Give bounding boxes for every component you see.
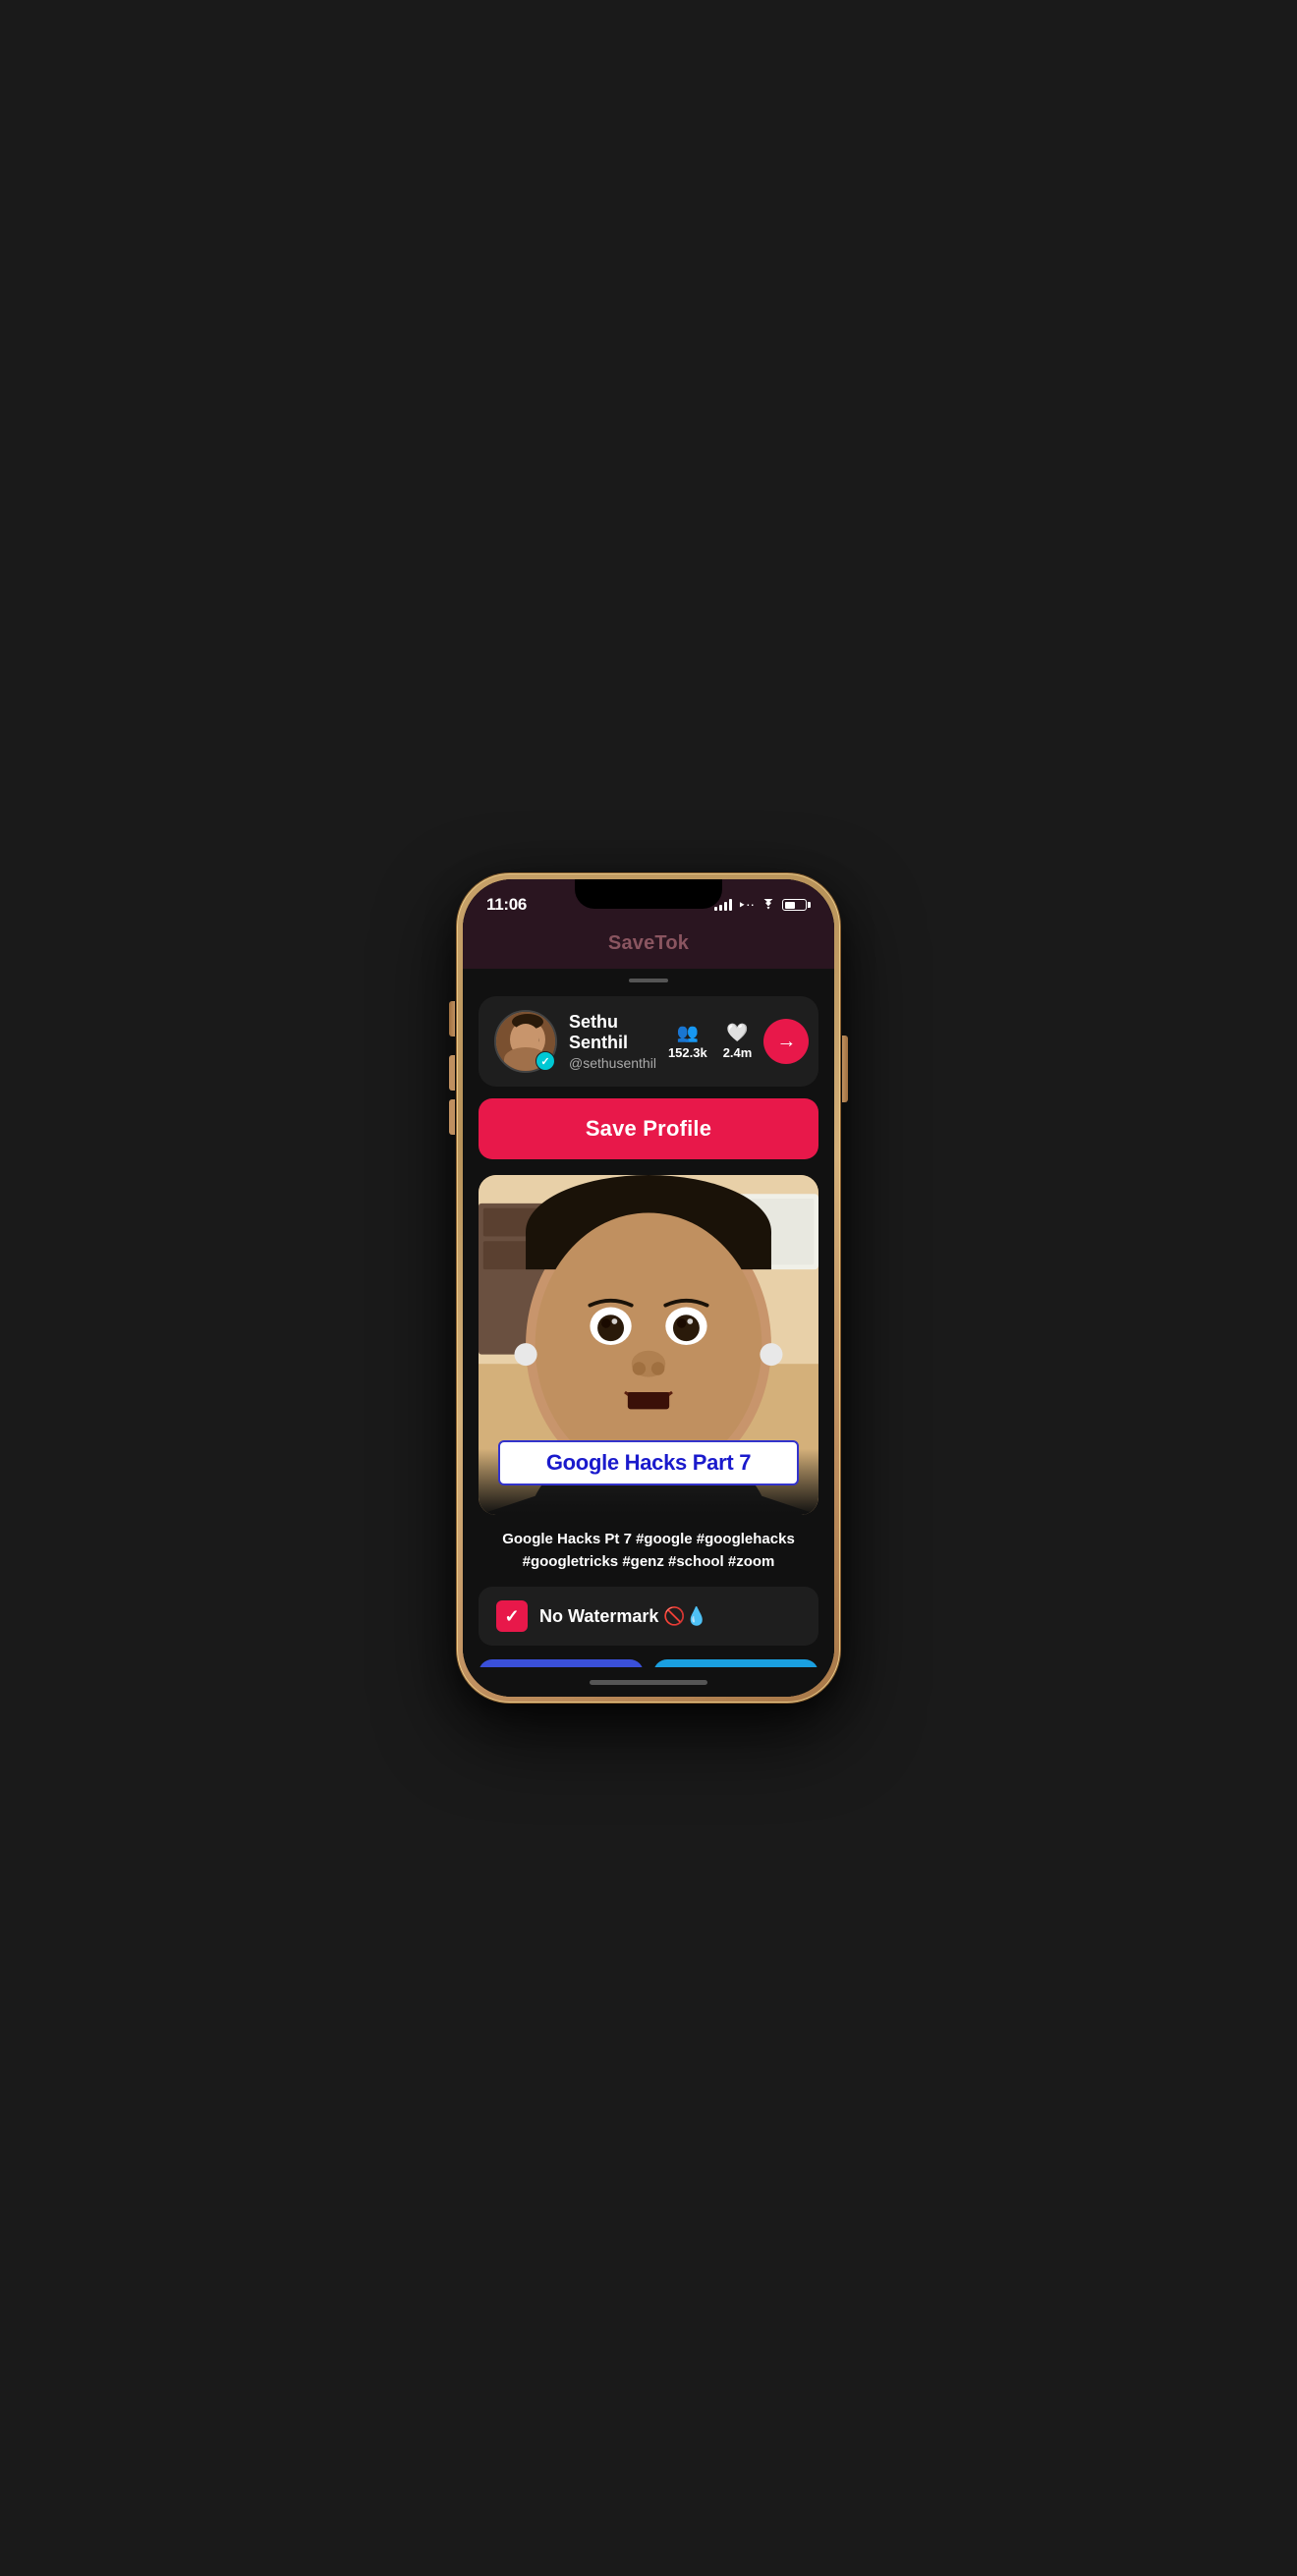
app-title: SaveTok — [608, 932, 689, 954]
avatar-wrap: ✓ — [494, 1010, 557, 1073]
screen: 11:06 ‣⋅⋅ — [463, 879, 834, 1697]
video-title: Google Hacks Part 7 — [546, 1450, 751, 1475]
home-bar — [590, 1680, 707, 1685]
watermark-label: No Watermark 🚫💧 — [539, 1606, 707, 1627]
profile-stats: 👥 152.3k 🤍 2.4m — [668, 1023, 752, 1060]
phone-frame: 11:06 ‣⋅⋅ — [457, 873, 840, 1703]
phone-screen: 11:06 ‣⋅⋅ — [463, 879, 834, 1697]
likes-stat: 🤍 2.4m — [723, 1023, 753, 1060]
play-slomo-button[interactable]: ⟳ Play inSloMo — [479, 1659, 644, 1667]
drag-handle — [629, 979, 668, 982]
profile-handle: @sethusenthil — [569, 1055, 656, 1071]
profile-info: Sethu Senthil @sethusenthil — [569, 1012, 656, 1071]
likes-count: 2.4m — [723, 1045, 753, 1060]
status-icons: ‣⋅⋅ — [714, 897, 811, 914]
watermark-toggle[interactable]: ✓ No Watermark 🚫💧 — [479, 1587, 818, 1646]
checkbox-icon: ✓ — [496, 1600, 528, 1632]
video-thumbnail: Google Hacks Part 7 — [479, 1175, 818, 1515]
followers-icon: 👥 — [677, 1023, 699, 1043]
checkmark: ✓ — [504, 1606, 519, 1627]
home-indicator — [463, 1667, 834, 1697]
action-buttons-row: ⟳ Play inSloMo 🎵 Shazam it — [479, 1659, 818, 1667]
shazam-button[interactable]: 🎵 Shazam it — [653, 1659, 818, 1667]
battery-icon — [782, 899, 811, 911]
profile-card: ✓ Sethu Senthil @sethusenthil 👥 152.3k 🤍 — [479, 996, 818, 1087]
status-time: 11:06 — [486, 895, 527, 915]
verified-badge: ✓ — [536, 1051, 555, 1071]
video-title-overlay: Google Hacks Part 7 — [498, 1440, 799, 1485]
wifi-icon-svg — [761, 899, 776, 911]
app-header: SaveTok — [463, 923, 834, 969]
content-area: ✓ Sethu Senthil @sethusenthil 👥 152.3k 🤍 — [463, 969, 834, 1667]
followers-count: 152.3k — [668, 1045, 707, 1060]
profile-name: Sethu Senthil — [569, 1012, 656, 1053]
notch — [575, 879, 722, 909]
video-caption: Google Hacks Pt 7 #google #googlehacks#g… — [479, 1529, 818, 1573]
followers-stat: 👥 152.3k — [668, 1023, 707, 1060]
wifi-icon: ‣⋅⋅ — [738, 897, 755, 914]
profile-arrow-button[interactable]: → — [763, 1019, 809, 1064]
save-profile-button[interactable]: Save Profile — [479, 1098, 818, 1159]
likes-icon: 🤍 — [726, 1023, 748, 1043]
